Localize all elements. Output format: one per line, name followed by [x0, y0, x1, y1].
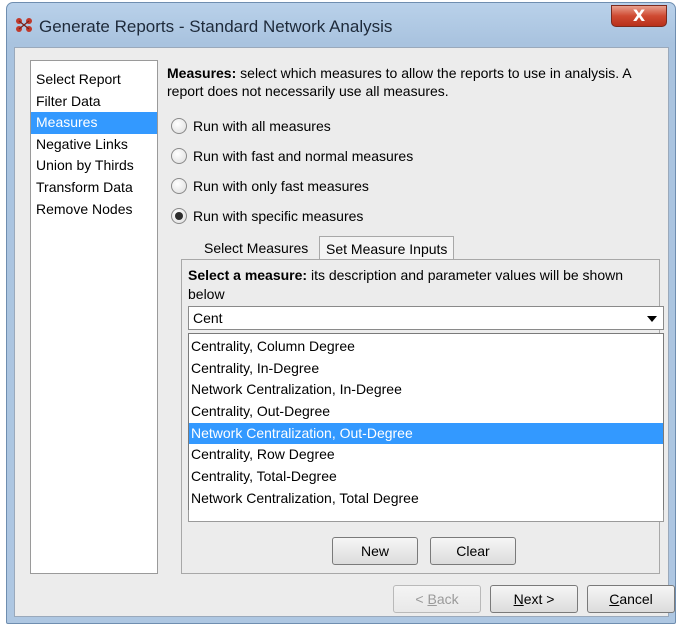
radio-label: Run with fast and normal measures: [193, 148, 414, 164]
next-button[interactable]: Next >: [490, 585, 578, 613]
radio-run-fast-normal[interactable]: Run with fast and normal measures: [171, 145, 413, 167]
step-nav-list: Select Report Filter Data Measures Negat…: [30, 60, 158, 574]
back-button[interactable]: < Back: [393, 585, 481, 613]
app-icon: [16, 18, 32, 32]
dropdown-option[interactable]: Centrality, Row Degree: [189, 444, 663, 466]
dialog-body: Select Report Filter Data Measures Negat…: [14, 47, 675, 617]
back-rest: ack: [436, 591, 459, 607]
measures-description-text: select which measures to allow the repor…: [167, 65, 631, 99]
cancel-button[interactable]: Cancel: [587, 585, 675, 613]
close-icon[interactable]: X: [611, 5, 667, 27]
back-mnemonic: B: [427, 591, 437, 607]
radio-label: Run with all measures: [193, 118, 331, 134]
nav-item-negative-links[interactable]: Negative Links: [31, 134, 157, 156]
tab-select-measures[interactable]: Select Measures: [198, 236, 314, 260]
radio-icon[interactable]: [171, 148, 187, 164]
dropdown-option[interactable]: Centrality, Out-Degree: [189, 401, 663, 423]
radio-icon[interactable]: [171, 118, 187, 134]
dropdown-option[interactable]: Centrality, Column Degree: [189, 336, 663, 358]
dialog-window: Generate Reports - Standard Network Anal…: [6, 2, 676, 624]
next-mnemonic: N: [513, 591, 524, 607]
nav-item-select-report[interactable]: Select Report: [31, 69, 157, 91]
radio-icon[interactable]: [171, 208, 187, 224]
measure-combo-box[interactable]: Cent: [188, 306, 664, 330]
tab-set-measure-inputs[interactable]: Set Measure Inputs: [319, 236, 455, 260]
nav-item-transform-data[interactable]: Transform Data: [31, 177, 157, 199]
cancel-rest: ancel: [619, 591, 653, 607]
measure-inputs-panel: Select a measure: its description and pa…: [181, 259, 664, 574]
measure-parameter-list: [188, 510, 664, 522]
nav-item-union-by-thirds[interactable]: Union by Thirds: [31, 155, 157, 177]
dropdown-option[interactable]: Centrality, In-Degree: [189, 358, 663, 380]
dropdown-arrow-icon[interactable]: [647, 316, 657, 322]
back-prefix: <: [415, 591, 428, 607]
next-rest: ext >: [523, 591, 555, 607]
nav-item-remove-nodes[interactable]: Remove Nodes: [31, 199, 157, 221]
select-measure-heading: Select a measure:: [188, 267, 308, 283]
clear-button[interactable]: Clear: [430, 537, 516, 565]
radio-run-all[interactable]: Run with all measures: [171, 115, 331, 137]
radio-label: Run with specific measures: [193, 208, 364, 224]
radio-run-only-fast[interactable]: Run with only fast measures: [171, 175, 369, 197]
nav-item-measures[interactable]: Measures: [31, 112, 157, 134]
select-measure-description: Select a measure: its description and pa…: [188, 266, 648, 304]
measure-combo-value[interactable]: Cent: [193, 310, 223, 326]
cancel-mnemonic: C: [609, 591, 620, 607]
radio-label: Run with only fast measures: [193, 178, 369, 194]
new-button[interactable]: New: [332, 537, 418, 565]
title-bar[interactable]: Generate Reports - Standard Network Anal…: [7, 3, 675, 47]
dropdown-option[interactable]: Network Centralization, In-Degree: [189, 379, 663, 401]
dropdown-option[interactable]: Network Centralization, Total Degree: [189, 488, 663, 510]
measure-dropdown-list: Centrality, Column Degree Centrality, In…: [188, 333, 664, 511]
radio-icon[interactable]: [171, 178, 187, 194]
window-title: Generate Reports - Standard Network Anal…: [39, 17, 393, 36]
dropdown-option-selected[interactable]: Network Centralization, Out-Degree: [189, 422, 663, 445]
dropdown-option[interactable]: Centrality, Total-Degree: [189, 466, 663, 488]
radio-run-specific[interactable]: Run with specific measures: [171, 205, 363, 227]
nav-item-filter-data[interactable]: Filter Data: [31, 91, 157, 113]
measures-description: Measures: select which measures to allow…: [167, 64, 647, 100]
measures-heading: Measures:: [167, 65, 237, 81]
